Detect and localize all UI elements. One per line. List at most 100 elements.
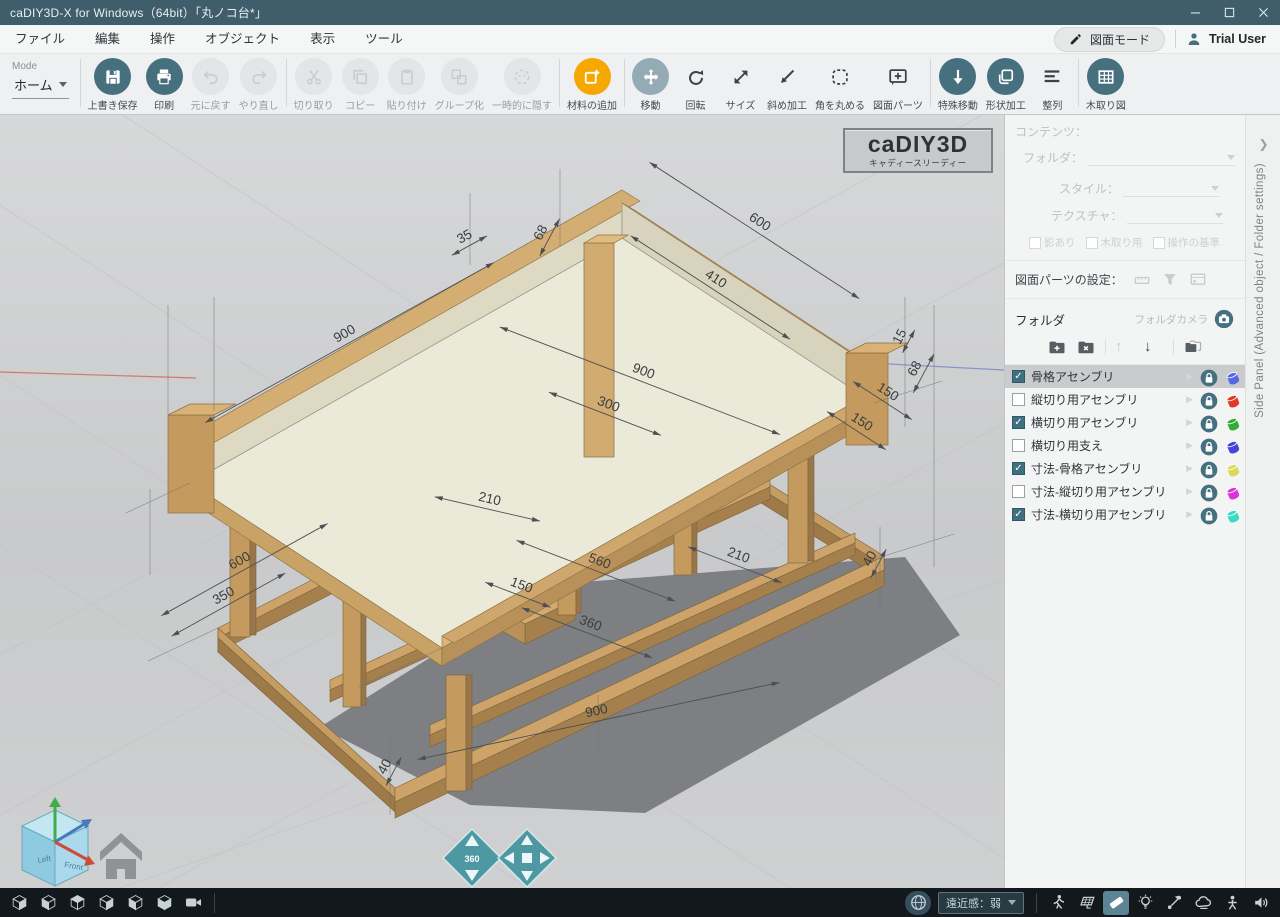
toolbar-align-button[interactable]: 整列 [1030,54,1075,112]
panel-toggle-button[interactable] [1074,891,1100,915]
maximize-button[interactable] [1212,0,1246,25]
folder-visibility-checkbox[interactable] [1012,485,1025,498]
folder-name: 骨格アセンブリ [1031,368,1180,385]
expand-icon[interactable]: ▶ [1186,394,1193,405]
toolbar-drawing-parts-button[interactable]: 図面パーツ [869,54,927,112]
folder-color-icon[interactable] [1223,506,1241,524]
redo-icon [240,58,277,95]
view-right-button[interactable] [93,891,119,915]
nav-cube[interactable]: Left Front [22,797,95,886]
folder-row[interactable]: 寸法-縦切り用アセンブリ▶ [1005,480,1245,503]
lock-icon[interactable] [1199,391,1217,409]
view-back-button[interactable] [122,891,148,915]
menu-item-0[interactable]: ファイル [0,32,80,46]
toolbar-save-button[interactable]: 上書き保存 [84,54,142,112]
expand-icon[interactable]: ▶ [1186,463,1193,474]
folder-visibility-checkbox[interactable]: ✓ [1012,462,1025,475]
rotate-view-control[interactable]: 360 [443,829,501,887]
mode-select[interactable]: Mode ホーム [0,54,77,99]
menu-item-5[interactable]: ツール [350,32,418,46]
bulb-toggle-button[interactable] [1132,891,1158,915]
folder-row[interactable]: 縦切り用アセンブリ▶ [1005,388,1245,411]
speaker-toggle-button[interactable] [1248,891,1274,915]
toolbar-cutting-diagram-button[interactable]: 木取り図 [1082,54,1130,112]
globe-button[interactable] [905,891,931,915]
rotate-badge-label: 360 [464,854,479,864]
menu-item-2[interactable]: 操作 [135,32,190,46]
add-folder-button[interactable] [1047,337,1067,357]
expand-icon[interactable]: ▶ [1186,440,1193,451]
menu-item-1[interactable]: 編集 [80,32,135,46]
expand-icon[interactable]: ▶ [1186,371,1193,382]
folder-visibility-checkbox[interactable] [1012,439,1025,452]
folder-color-icon[interactable] [1223,368,1241,386]
lock-icon[interactable] [1199,368,1217,386]
delete-folder-button[interactable] [1076,337,1096,357]
connector-toggle-button[interactable] [1161,891,1187,915]
content-label: コンテンツ： [1015,123,1087,140]
view-left-button[interactable] [35,891,61,915]
toolbar-special-move-button[interactable]: 特殊移動 [934,54,982,112]
toolbar-round-corner-button[interactable]: 角を丸める [811,54,869,112]
folder-row[interactable]: ✓ 骨格アセンブリ ▶ [1005,365,1245,388]
perspective-select[interactable]: 遠近感：弱 [938,892,1024,914]
toolbar-add-material-button[interactable]: 材料の追加 [563,54,621,112]
home-view-button[interactable] [100,833,142,879]
folder-color-icon[interactable] [1223,437,1241,455]
toolbar-shape-edit-button[interactable]: 形状加工 [982,54,1030,112]
expand-icon[interactable]: ▶ [1186,486,1193,497]
menu-item-3[interactable]: オブジェクト [190,32,295,46]
pan-view-control[interactable] [498,829,556,887]
eraser-toggle-button[interactable] [1103,891,1129,915]
move-folder-down-button[interactable]: ↓ [1144,337,1164,357]
folder-color-icon[interactable] [1223,483,1241,501]
folder-view-toggle-button[interactable] [1183,337,1203,357]
view-front-button[interactable] [6,891,32,915]
folder-camera-button[interactable] [1213,308,1235,330]
lock-icon[interactable] [1199,437,1217,455]
folder-row[interactable]: ✓横切り用アセンブリ▶ [1005,411,1245,434]
expand-icon[interactable]: ▶ [1186,417,1193,428]
lock-icon[interactable] [1199,414,1217,432]
toolbar-move-button[interactable]: 移動 [628,54,673,112]
folder-visibility-checkbox[interactable] [1012,393,1025,406]
folder-visibility-checkbox[interactable]: ✓ [1012,416,1025,429]
folder-color-icon[interactable] [1223,414,1241,432]
camera-view-button[interactable] [180,891,206,915]
drawing-mode-button[interactable]: 図面モード [1054,27,1165,52]
lock-icon[interactable] [1199,460,1217,478]
folder-color-icon[interactable] [1223,460,1241,478]
folder-row[interactable]: ✓寸法-横切り用アセンブリ▶ [1005,503,1245,526]
viewport-3d-canvas[interactable]: 9006004103568900300210156815015040210560… [0,115,1004,888]
folder-select [1087,150,1235,166]
lock-icon[interactable] [1199,506,1217,524]
move-folder-up-button[interactable]: ↑ [1115,337,1135,357]
folder-visibility-checkbox[interactable]: ✓ [1012,508,1025,521]
toolbar-button-label: 印刷 [154,97,174,112]
bevel-icon [769,58,806,95]
close-button[interactable] [1246,0,1280,25]
folder-color-icon[interactable] [1223,391,1241,409]
folder-visibility-checkbox[interactable]: ✓ [1012,370,1025,383]
side-panel-tab[interactable]: ❯ Side Panel (Advanced object / Folder s… [1245,115,1280,888]
folder-row[interactable]: ✓寸法-骨格アセンブリ▶ [1005,457,1245,480]
walker-toggle-button[interactable] [1045,891,1071,915]
print-icon [146,58,183,95]
minimize-button[interactable] [1178,0,1212,25]
toolbar-button-label: 貼り付け [387,97,427,112]
view-top-button[interactable] [64,891,90,915]
toolbar-rotate-button[interactable]: 回転 [673,54,718,112]
special-move-icon [939,58,976,95]
toolbar-bevel-button[interactable]: 斜め加工 [763,54,811,112]
posture-toggle-button[interactable] [1219,891,1245,915]
toolbar-size-button[interactable]: サイズ [718,54,763,112]
toolbar-separator [624,59,625,107]
expand-icon[interactable]: ▶ [1186,509,1193,520]
toolbar-print-button[interactable]: 印刷 [142,54,187,112]
cloud-toggle-button[interactable] [1190,891,1216,915]
menu-item-4[interactable]: 表示 [295,32,350,46]
lock-icon[interactable] [1199,483,1217,501]
view-bottom-button[interactable] [151,891,177,915]
folder-row[interactable]: 横切り用支え▶ [1005,434,1245,457]
user-button[interactable]: Trial User [1186,31,1266,47]
